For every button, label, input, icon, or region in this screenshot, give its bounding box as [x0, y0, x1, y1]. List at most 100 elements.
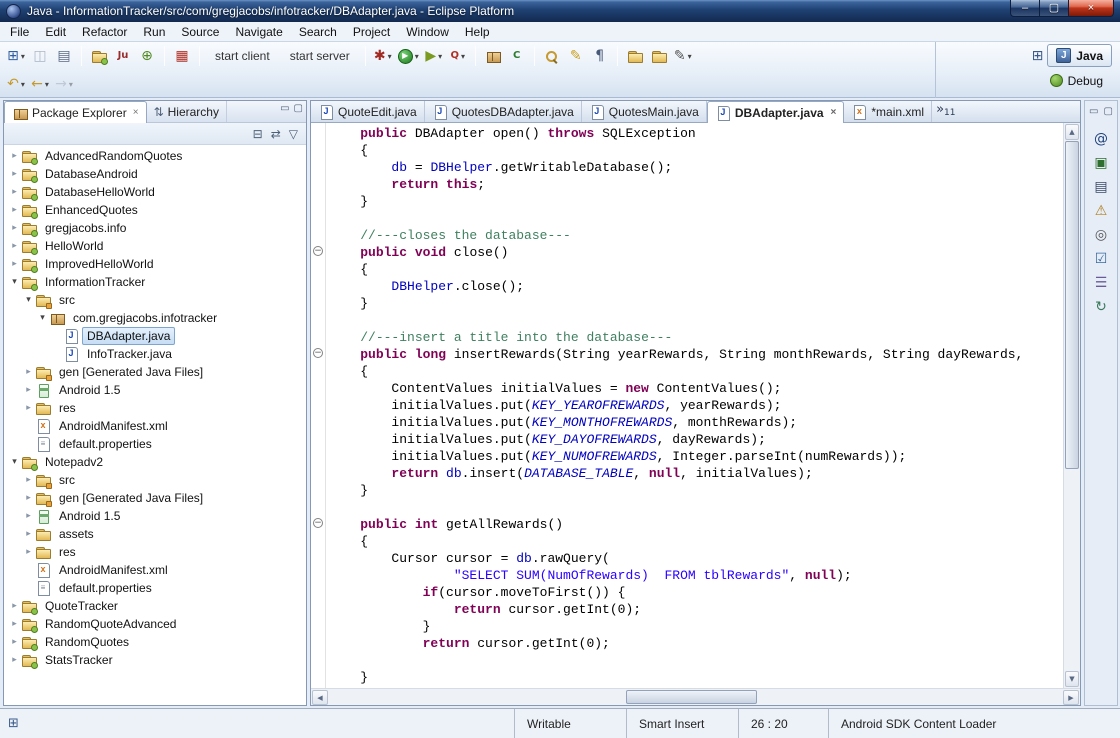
- fold-marker-icon[interactable]: −: [313, 348, 323, 358]
- code-line[interactable]: [329, 210, 1063, 227]
- tab-package-explorer[interactable]: Package Explorer ×: [4, 101, 147, 123]
- start-server-button[interactable]: start server: [280, 44, 360, 68]
- expander-closed-icon[interactable]: ▸: [22, 529, 35, 539]
- code-line[interactable]: return cursor.getInt(0);: [329, 601, 1063, 618]
- menu-item-search[interactable]: Search: [291, 23, 345, 41]
- code-line[interactable]: [329, 312, 1063, 329]
- view-maximize-icon[interactable]: ▢: [294, 104, 303, 114]
- back-button[interactable]: ←▾: [28, 72, 52, 96]
- close-button[interactable]: ×: [1068, 0, 1114, 17]
- code-line[interactable]: initialValues.put(KEY_NUMOFREWARDS, Inte…: [329, 448, 1063, 465]
- scroll-down-icon[interactable]: ▼: [1065, 671, 1079, 687]
- code-line[interactable]: DBHelper.close();: [329, 278, 1063, 295]
- view-minimize-icon[interactable]: ▭: [280, 104, 289, 114]
- code-line[interactable]: public long insertRewards(String yearRew…: [329, 346, 1063, 363]
- collapse-all-icon[interactable]: ⊟: [253, 128, 263, 140]
- new-android-project-button[interactable]: ⊕: [135, 44, 159, 68]
- search-button[interactable]: [540, 44, 564, 68]
- show-whitespace-button[interactable]: ¶: [588, 44, 612, 68]
- editor-tab-quotesmain-java[interactable]: QuotesMain.java: [582, 101, 707, 122]
- tree-item-gen-generated-java-files[interactable]: ▸gen [Generated Java Files]: [4, 489, 306, 507]
- code-line[interactable]: //---insert a title into the database---: [329, 329, 1063, 346]
- scroll-right-icon[interactable]: ▶: [1063, 690, 1079, 705]
- code-line[interactable]: return this;: [329, 176, 1063, 193]
- menu-item-navigate[interactable]: Navigate: [227, 23, 290, 41]
- menu-item-refactor[interactable]: Refactor: [74, 23, 135, 41]
- java-perspective-button[interactable]: J Java: [1047, 44, 1112, 67]
- new-java-project-button[interactable]: [87, 44, 111, 68]
- tree-item-enhancedquotes[interactable]: ▸EnhancedQuotes: [4, 201, 306, 219]
- code-line[interactable]: {: [329, 261, 1063, 278]
- annotate-button[interactable]: ✎▾: [671, 44, 695, 68]
- tree-item-android-1-5[interactable]: ▸Android 1.5: [4, 507, 306, 525]
- console-view-icon[interactable]: ▤: [1088, 175, 1114, 199]
- code-line[interactable]: }: [329, 193, 1063, 210]
- tree-item-androidmanifest-xml[interactable]: AndroidManifest.xml: [4, 561, 306, 579]
- expander-closed-icon[interactable]: ▸: [8, 601, 21, 611]
- save-button[interactable]: ◫: [28, 44, 52, 68]
- link-with-editor-icon[interactable]: ⇄: [271, 128, 281, 140]
- fast-view-toggle-icon[interactable]: ⊞: [8, 716, 19, 731]
- tree-item-default-properties[interactable]: default.properties: [4, 435, 306, 453]
- print-button[interactable]: ▤: [52, 44, 76, 68]
- menu-item-edit[interactable]: Edit: [37, 23, 74, 41]
- tree-item-improvedhelloworld[interactable]: ▸ImprovedHelloWorld: [4, 255, 306, 273]
- scroll-left-icon[interactable]: ◀: [312, 690, 328, 705]
- new-package-button[interactable]: [481, 44, 505, 68]
- expander-closed-icon[interactable]: ▸: [8, 259, 21, 269]
- tree-item-assets[interactable]: ▸assets: [4, 525, 306, 543]
- tree-item-default-properties[interactable]: default.properties: [4, 579, 306, 597]
- vertical-scrollbar[interactable]: ▲ ▼: [1063, 123, 1080, 688]
- code-line[interactable]: return db.insert(DATABASE_TABLE, null, i…: [329, 465, 1063, 482]
- coverage-button[interactable]: ▶▾: [422, 44, 446, 68]
- code-line[interactable]: {: [329, 533, 1063, 550]
- fold-marker-icon[interactable]: −: [313, 246, 323, 256]
- code-line[interactable]: if(cursor.moveToFirst()) {: [329, 584, 1063, 601]
- tasks-view-icon[interactable]: ☑: [1088, 247, 1114, 271]
- expander-closed-icon[interactable]: ▸: [8, 151, 21, 161]
- android-sdk-manager-button[interactable]: ▦: [170, 44, 194, 68]
- tree-item-androidmanifest-xml[interactable]: AndroidManifest.xml: [4, 417, 306, 435]
- code-line[interactable]: initialValues.put(KEY_YEAROFREWARDS, yea…: [329, 397, 1063, 414]
- menu-item-run[interactable]: Run: [135, 23, 173, 41]
- problems-view-icon[interactable]: ⚠: [1088, 199, 1114, 223]
- code-line[interactable]: "SELECT SUM(NumOfRewards) FROM tblReward…: [329, 567, 1063, 584]
- debug-perspective-button[interactable]: Debug: [1041, 69, 1112, 92]
- minimize-button[interactable]: –: [1010, 0, 1039, 17]
- code-line[interactable]: }: [329, 669, 1063, 686]
- editor-tab-quoteedit-java[interactable]: QuoteEdit.java: [311, 101, 425, 122]
- horizontal-scrollbar[interactable]: ◀ ▶: [311, 688, 1080, 705]
- code-line[interactable]: return cursor.getInt(0);: [329, 635, 1063, 652]
- code-line[interactable]: }: [329, 295, 1063, 312]
- editor-tab-dbadapter-java[interactable]: DBAdapter.java×: [707, 101, 845, 123]
- tree-item-res[interactable]: ▸res: [4, 543, 306, 561]
- code-line[interactable]: {: [329, 363, 1063, 380]
- junit-button[interactable]: Ju: [111, 44, 135, 68]
- tree-item-randomquoteadvanced[interactable]: ▸RandomQuoteAdvanced: [4, 615, 306, 633]
- fold-marker-icon[interactable]: −: [313, 518, 323, 528]
- tree-item-helloworld[interactable]: ▸HelloWorld: [4, 237, 306, 255]
- code-line[interactable]: //---closes the database---: [329, 227, 1063, 244]
- editor-minimize-icon[interactable]: ▭: [1089, 107, 1098, 117]
- vertical-scroll-thumb[interactable]: [1065, 141, 1079, 469]
- tree-item-statstracker[interactable]: ▸StatsTracker: [4, 651, 306, 669]
- import-button[interactable]: [647, 44, 671, 68]
- code-line[interactable]: {: [329, 142, 1063, 159]
- expander-closed-icon[interactable]: ▸: [8, 619, 21, 629]
- search-view-icon[interactable]: ◎: [1088, 223, 1114, 247]
- code-line[interactable]: public DBAdapter open() throws SQLExcept…: [329, 125, 1063, 142]
- tree-item-quotetracker[interactable]: ▸QuoteTracker: [4, 597, 306, 615]
- expander-closed-icon[interactable]: ▸: [8, 205, 21, 215]
- open-perspective-icon[interactable]: ⊞: [1032, 48, 1044, 64]
- tree-item-infotracker-java[interactable]: InfoTracker.java: [4, 345, 306, 363]
- declaration-view-icon[interactable]: ▣: [1088, 151, 1114, 175]
- open-file-button[interactable]: [623, 44, 647, 68]
- expander-closed-icon[interactable]: ▸: [8, 241, 21, 251]
- menu-item-help[interactable]: Help: [457, 23, 498, 41]
- code-line[interactable]: initialValues.put(KEY_MONTHOFREWARDS, mo…: [329, 414, 1063, 431]
- expander-closed-icon[interactable]: ▸: [22, 385, 35, 395]
- expander-closed-icon[interactable]: ▸: [8, 655, 21, 665]
- tree-item-databaseandroid[interactable]: ▸DatabaseAndroid: [4, 165, 306, 183]
- tab-overflow-chevron[interactable]: »11: [932, 101, 959, 122]
- menu-item-window[interactable]: Window: [398, 23, 457, 41]
